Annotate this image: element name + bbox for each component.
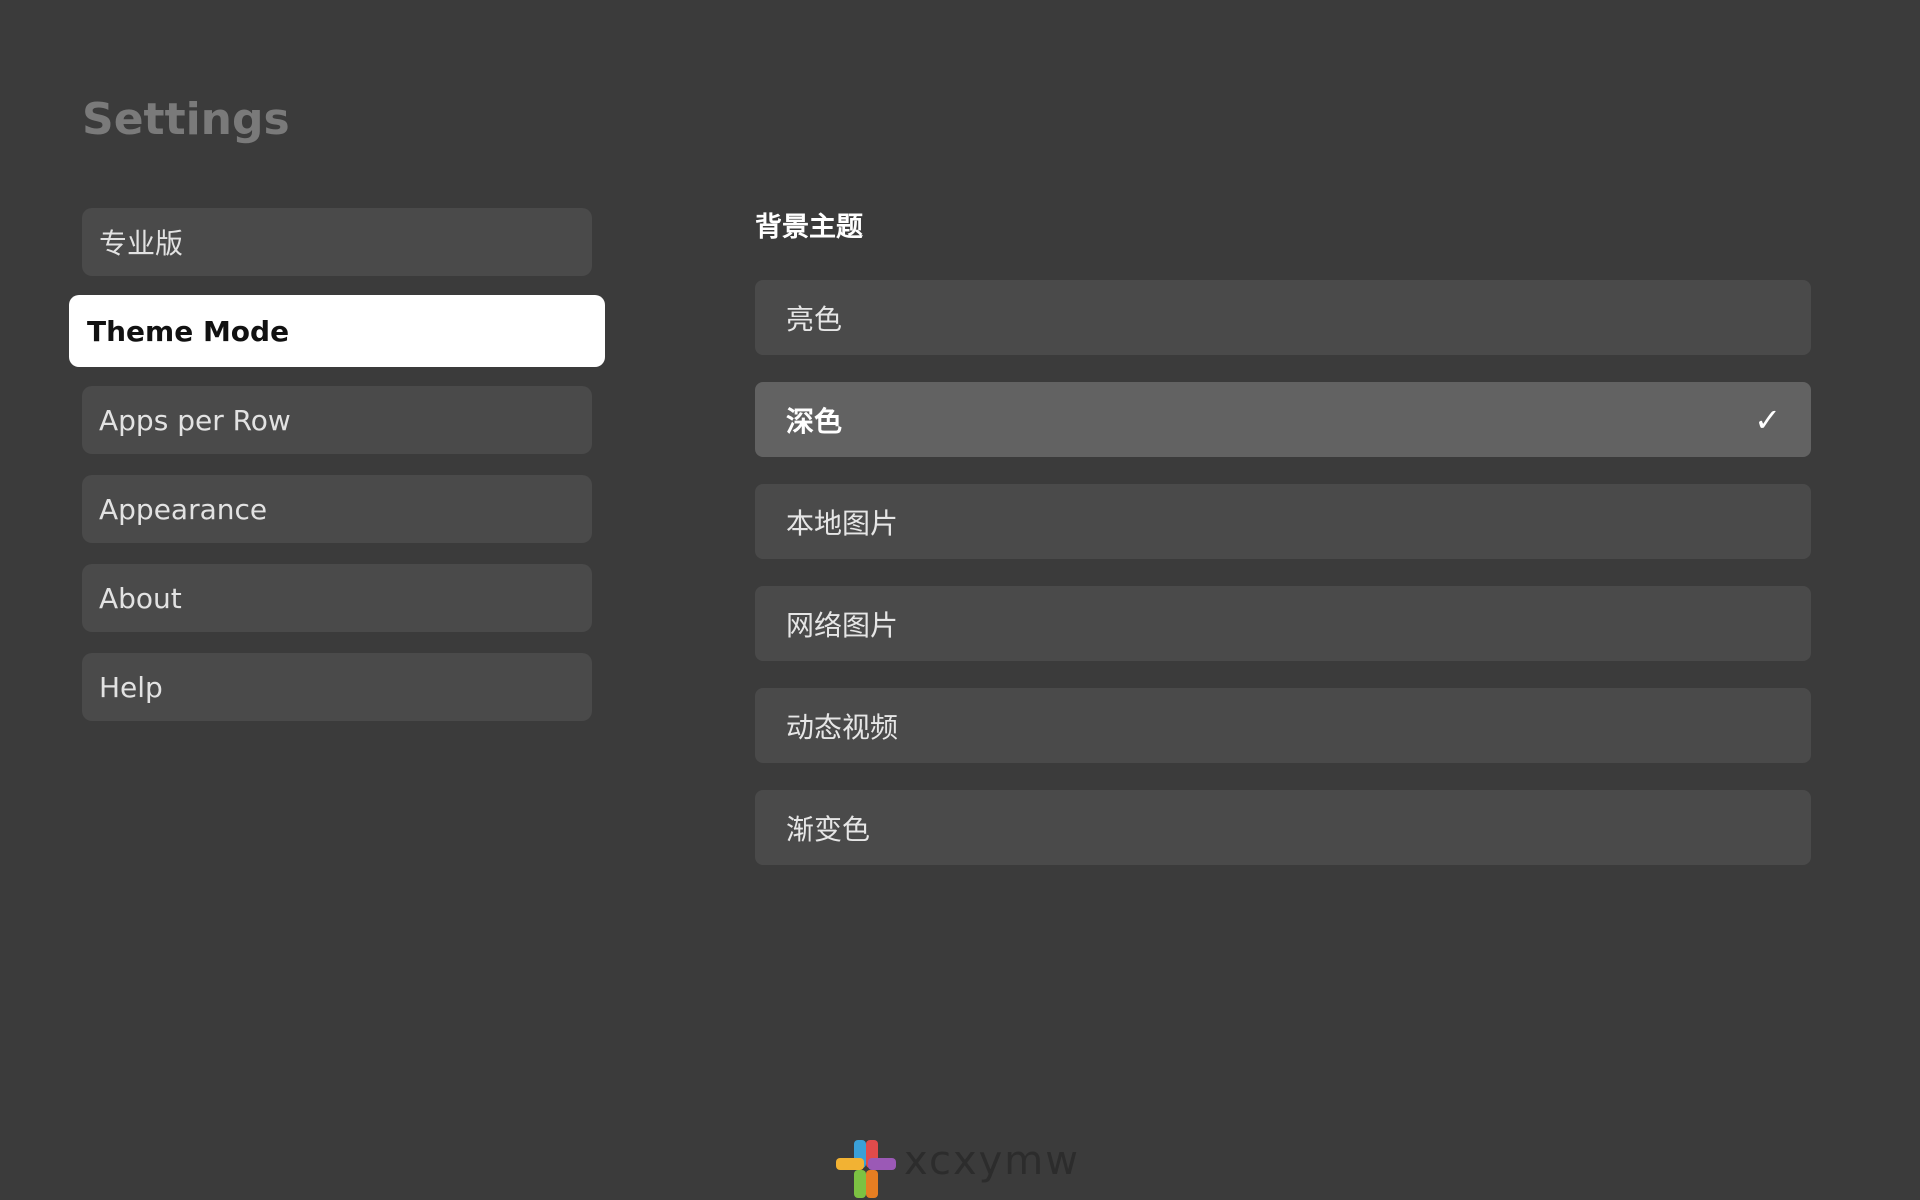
sidebar-item-label: 专业版 <box>99 227 184 260</box>
theme-option-gradient[interactable]: 渐变色 <box>755 790 1811 865</box>
option-label: 渐变色 <box>786 812 871 846</box>
sidebar-item-label: Appearance <box>99 492 268 526</box>
settings-page: Settings 专业版 Theme Mode Apps per Row App… <box>0 0 1920 1200</box>
sidebar-item-label: Apps per Row <box>99 403 291 437</box>
sidebar-item-appearance[interactable]: Appearance <box>82 475 592 543</box>
page-title: Settings <box>82 94 290 145</box>
theme-option-network-image[interactable]: 网络图片 <box>755 586 1811 661</box>
sidebar-item-label: Help <box>99 670 163 704</box>
section-title: 背景主题 <box>755 212 863 243</box>
sidebar-item-help[interactable]: Help <box>82 653 592 721</box>
check-icon: ✓ <box>1754 400 1781 439</box>
theme-option-dark[interactable]: 深色 ✓ <box>755 382 1811 457</box>
watermark-logo: xcxymw <box>834 1138 1084 1200</box>
option-label: 本地图片 <box>786 506 899 540</box>
sidebar-item-pro[interactable]: 专业版 <box>82 208 592 276</box>
watermark-cross-icon <box>836 1140 896 1198</box>
theme-option-light[interactable]: 亮色 <box>755 280 1811 355</box>
watermark-text: xcxymw <box>904 1138 1080 1184</box>
option-label: 亮色 <box>786 302 843 336</box>
sidebar-item-label: About <box>99 581 182 615</box>
sidebar-item-apps-per-row[interactable]: Apps per Row <box>82 386 592 454</box>
sidebar-item-label: Theme Mode <box>87 314 290 348</box>
sidebar-item-theme-mode[interactable]: Theme Mode <box>69 295 605 367</box>
option-label: 动态视频 <box>786 710 899 744</box>
sidebar-item-about[interactable]: About <box>82 564 592 632</box>
option-label: 网络图片 <box>786 608 899 642</box>
option-label: 深色 <box>786 404 843 438</box>
theme-option-local-image[interactable]: 本地图片 <box>755 484 1811 559</box>
theme-option-dynamic-video[interactable]: 动态视频 <box>755 688 1811 763</box>
